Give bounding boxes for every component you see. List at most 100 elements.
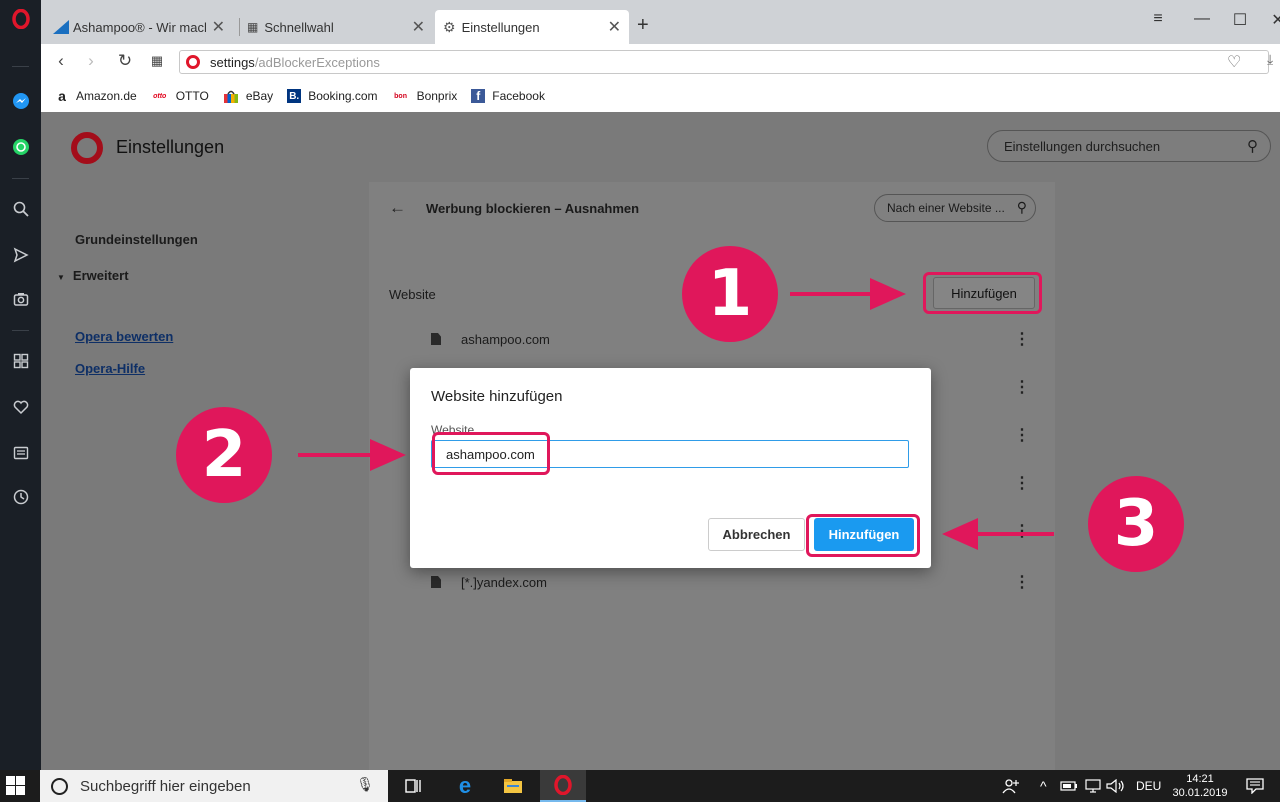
easy-setup-icon[interactable]: ≡	[1143, 10, 1173, 28]
battery-icon[interactable]	[1060, 770, 1078, 802]
settings-header: Einstellungen Einstellungen durchsuchen …	[41, 112, 1280, 180]
taskbar-clock[interactable]: 14:21 30.01.2019	[1168, 772, 1232, 800]
bookmark-ebay[interactable]: eBay	[223, 89, 273, 103]
bookmark-facebook[interactable]: f Facebook	[471, 89, 545, 103]
amazon-icon: a	[58, 88, 66, 104]
bookmark-label: eBay	[245, 89, 274, 103]
tab-ashampoo[interactable]: Ashampoo® - Wir machen ✕	[45, 10, 233, 44]
more-options-icon[interactable]: ⋮	[1014, 476, 1030, 492]
bookmarks-heart-icon[interactable]	[0, 392, 41, 422]
bookmark-booking[interactable]: B. Booking.com	[287, 89, 378, 103]
tab-close-icon[interactable]: ✕	[212, 17, 225, 37]
windows-start-icon[interactable]	[6, 776, 26, 796]
more-options-icon[interactable]: ⋮	[1014, 380, 1030, 396]
navigation-bar: ‹ › ↻ ▦ settings/adBlockerExceptions ♡ ⤓	[41, 44, 1280, 80]
opera-taskbar-icon[interactable]	[540, 770, 586, 802]
settings-search-input[interactable]: Einstellungen durchsuchen ⚲	[987, 130, 1271, 162]
otto-icon: otto	[153, 92, 167, 100]
people-icon[interactable]	[1002, 770, 1020, 802]
file-icon	[431, 576, 441, 588]
action-center-icon[interactable]	[1246, 770, 1264, 802]
task-view-icon[interactable]	[390, 770, 436, 802]
speed-dial-icon[interactable]	[0, 346, 41, 376]
back-arrow-icon[interactable]: ←	[389, 198, 406, 218]
more-options-icon[interactable]: ⋮	[1014, 575, 1030, 591]
address-bar[interactable]: settings/adBlockerExceptions	[179, 50, 1269, 74]
card-title: Werbung blockieren – Ausnahmen	[426, 201, 640, 216]
language-indicator[interactable]: DEU	[1136, 770, 1161, 802]
tab-strip: Ashampoo® - Wir machen ✕ ▦ Schnellwahl ✕…	[41, 0, 1280, 44]
forward-icon[interactable]: ›	[79, 51, 103, 71]
flow-send-icon[interactable]	[0, 240, 41, 270]
edge-icon[interactable]: e	[442, 770, 488, 802]
website-search-input[interactable]: Nach einer Website ... ⚲	[874, 194, 1036, 222]
highlight-confirm-button	[806, 514, 920, 557]
news-icon[interactable]	[0, 438, 41, 468]
close-window-button[interactable]: ✕	[1263, 10, 1280, 30]
back-icon[interactable]: ‹	[49, 51, 73, 71]
search-icon: ⚲	[1016, 199, 1027, 215]
tab-close-icon[interactable]: ✕	[412, 17, 425, 37]
page-title: Einstellungen	[116, 137, 225, 157]
maximize-button[interactable]: ☐	[1225, 10, 1255, 30]
opera-menu-icon[interactable]	[0, 4, 41, 34]
nav-advanced-label: Erweitert	[72, 268, 129, 283]
ashampoo-favicon-icon	[53, 20, 69, 34]
heart-icon[interactable]: ♡	[1227, 52, 1241, 72]
messenger-icon[interactable]	[0, 86, 41, 116]
reload-icon[interactable]: ↻	[113, 51, 137, 71]
bookmark-bonprix[interactable]: bon Bonprix	[392, 89, 458, 103]
tab-title: Ashampoo® - Wir machen	[73, 19, 206, 35]
bookmarks-bar: a Amazon.de otto OTTO eBay B. Booking.co…	[41, 80, 1280, 112]
bookmark-label: OTTO	[175, 89, 209, 103]
taskbar-search-input[interactable]: Suchbegriff hier eingeben 🎙	[40, 770, 388, 802]
arrow-right-icon	[298, 439, 406, 471]
nav-basic-settings[interactable]: Grundeinstellungen	[75, 232, 198, 247]
volume-icon[interactable]	[1106, 770, 1126, 802]
opera-logo-icon	[186, 55, 200, 69]
more-options-icon[interactable]: ⋮	[1014, 332, 1030, 348]
list-item-label: ashampoo.com	[461, 331, 550, 347]
tab-close-icon[interactable]: ✕	[608, 17, 621, 37]
microphone-icon[interactable]: 🎙	[356, 776, 374, 793]
list-item-label: [*.]yandex.com	[461, 574, 547, 590]
minimize-button[interactable]: —	[1187, 10, 1217, 28]
network-icon[interactable]	[1084, 770, 1102, 802]
nav-advanced[interactable]: ▼ Erweitert	[57, 268, 129, 283]
bookmark-label: Facebook	[492, 89, 545, 103]
tab-overview-icon[interactable]: ▦	[145, 53, 169, 69]
settings-nav: Grundeinstellungen ▼ Erweitert Opera bewe…	[57, 232, 198, 376]
cortana-icon	[51, 778, 68, 795]
bookmark-otto[interactable]: otto OTTO	[151, 89, 209, 103]
whatsapp-icon[interactable]	[0, 132, 41, 162]
step-3-badge: 3	[1088, 476, 1184, 572]
cancel-button[interactable]: Abbrechen	[708, 518, 805, 551]
download-icon[interactable]: ⤓	[1267, 51, 1273, 68]
url-host: settings	[210, 54, 255, 70]
link-opera-help[interactable]: Opera-Hilfe	[75, 361, 145, 376]
tab-schnellwahl[interactable]: ▦ Schnellwahl ✕	[239, 10, 433, 44]
bookmark-amazon[interactable]: a Amazon.de	[55, 88, 137, 104]
tab-einstellungen[interactable]: ⚙ Einstellungen ✕	[435, 10, 629, 44]
bookmark-label: Bonprix	[416, 89, 458, 103]
search-placeholder: Einstellungen durchsuchen	[1004, 138, 1161, 154]
speed-dial-favicon-icon: ▦	[247, 20, 259, 34]
search-icon[interactable]	[0, 194, 41, 224]
list-item: [*.]yandex.com	[431, 570, 1031, 594]
facebook-icon: f	[471, 89, 486, 103]
history-clock-icon[interactable]	[0, 482, 41, 512]
bookmark-label: Amazon.de	[76, 89, 137, 103]
tray-chevron-up-icon[interactable]: ^	[1040, 770, 1047, 802]
snapshot-camera-icon[interactable]	[0, 284, 41, 314]
tab-title: Einstellungen	[461, 19, 540, 35]
bookmark-label: Booking.com	[308, 89, 378, 103]
file-explorer-icon[interactable]	[490, 770, 536, 802]
highlight-add-button	[923, 272, 1042, 314]
dialog-title: Website hinzufügen	[431, 388, 563, 405]
column-label-website: Website	[389, 287, 436, 302]
more-options-icon[interactable]: ⋮	[1014, 428, 1030, 444]
link-rate-opera[interactable]: Opera bewerten	[75, 329, 173, 344]
step-2-badge: 2	[176, 407, 272, 503]
new-tab-button[interactable]: +	[637, 14, 649, 37]
clock-time: 14:21	[1186, 773, 1214, 785]
